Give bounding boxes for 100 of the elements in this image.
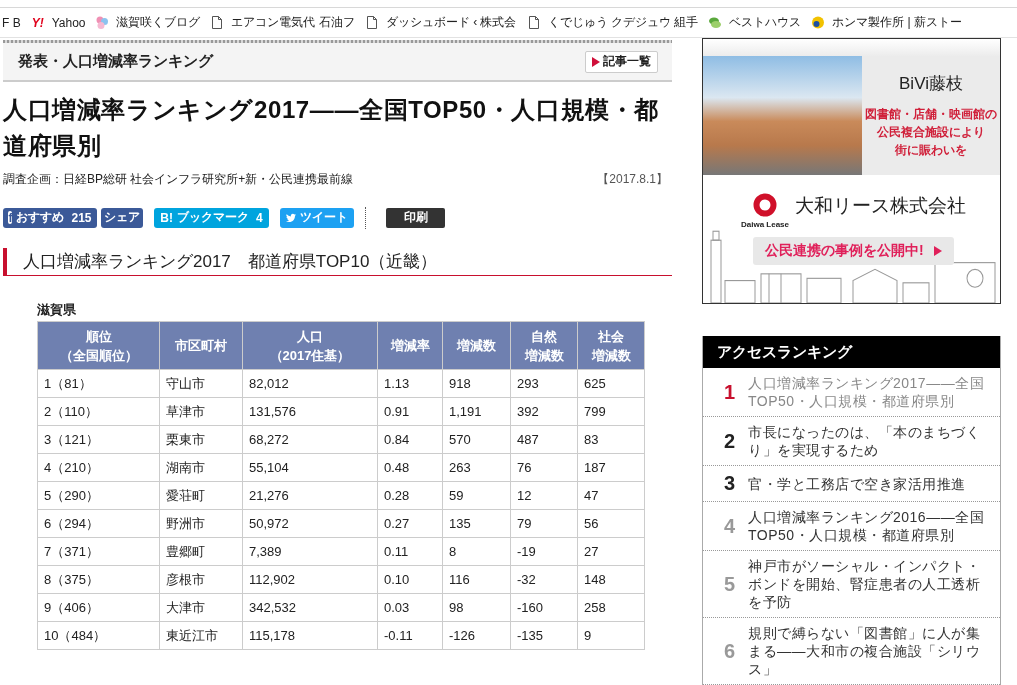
table-cell: 豊郷町	[159, 537, 243, 566]
table-cell: 愛荘町	[159, 481, 243, 510]
table-cell: 9（406）	[37, 593, 160, 622]
table-cell: 2（110）	[37, 397, 160, 426]
table-cell: 76	[510, 453, 578, 482]
table-cell: 湖南市	[159, 453, 243, 482]
table-cell: 12	[510, 481, 578, 510]
company-name: 大和リース株式会社	[795, 194, 966, 218]
table-cell: 0.84	[377, 425, 443, 454]
table-cell: 9	[577, 621, 645, 650]
share-button[interactable]: シェア	[101, 207, 143, 228]
table-cell: 草津市	[159, 397, 243, 426]
column-header: 社会増減数	[577, 321, 645, 370]
table-cell: 0.27	[377, 509, 443, 538]
bookmark-link[interactable]: Y! Yahoo	[31, 15, 86, 30]
bookmark-link[interactable]: ホンマ製作所 | 薪ストー	[812, 14, 962, 31]
table-cell: 59	[442, 481, 511, 510]
bookmark-link[interactable]: エアコン電気代 石油フ	[211, 14, 355, 31]
table-cell: 0.10	[377, 565, 443, 594]
column-header: 市区町村	[159, 321, 243, 370]
article-link[interactable]: 人口増減率ランキング2016――全国TOP50・人口規模・都道府県別	[748, 508, 988, 544]
triangle-icon	[933, 246, 942, 256]
table-cell: 7（371）	[37, 537, 160, 566]
table-cell: 98	[442, 593, 511, 622]
ad-headline: BiVi藤枝	[899, 73, 963, 95]
table-cell: 263	[442, 453, 511, 482]
table-cell: 0.48	[377, 453, 443, 482]
table-cell: -126	[442, 621, 511, 650]
rank-number: 4	[722, 514, 737, 538]
table-caption: 滋賀県	[37, 302, 77, 318]
table-cell: 55,104	[242, 453, 378, 482]
table-cell: 1,191	[442, 397, 511, 426]
table-cell: 570	[442, 425, 511, 454]
article-link[interactable]: 官・学と工務店で空き家活用推進	[748, 474, 988, 493]
cta-button[interactable]: 公民連携の事例を公開中!	[753, 237, 954, 265]
table-cell: 東近江市	[159, 621, 243, 650]
table-cell: 守山市	[159, 369, 243, 398]
rank-number: 2	[722, 429, 737, 453]
page-icon	[365, 16, 378, 29]
column-header: 人口（2017住基）	[242, 321, 378, 370]
table-cell: 115,178	[242, 621, 378, 650]
table-cell: 293	[510, 369, 578, 398]
section-title: 発表・人口増減率ランキング	[18, 52, 213, 71]
article-list-button[interactable]: 記事一覧	[585, 50, 658, 73]
table-cell: 彦根市	[159, 565, 243, 594]
column-header: 順位（全国順位）	[37, 321, 160, 370]
table-cell: 8（375）	[37, 565, 160, 594]
column-header: 増減数	[442, 321, 511, 370]
bookmark-link[interactable]: ダッシュボード ‹ 株式会	[365, 14, 517, 31]
table-cell: 21,276	[242, 481, 378, 510]
table-cell: -19	[510, 537, 578, 566]
article-link[interactable]: 人口増減率ランキング2017――全国TOP50・人口規模・都道府県別	[748, 374, 988, 410]
table-cell: 5（290）	[37, 481, 160, 510]
article-date: 【2017.8.1】	[597, 171, 668, 187]
table-cell: 1.13	[377, 369, 443, 398]
table-cell: 799	[577, 397, 645, 426]
advertisement-banner[interactable]: BiVi藤枝 図書館・店舗・映画館の 公民複合施設により 街に賑わいを Daiwa Lease 大和リース株式会社 公民連携の事例を公開中!	[702, 38, 1001, 304]
logo-caption: Daiwa Lease	[741, 220, 789, 229]
table-cell: 27	[577, 537, 645, 566]
ranking-title: アクセスランキング	[703, 336, 1000, 368]
section-heading: 人口増減率ランキング2017 都道府県TOP10（近畿）	[3, 248, 672, 276]
ring-icon	[753, 193, 777, 217]
table-cell: 135	[442, 509, 511, 538]
table-cell: 3（121）	[37, 425, 160, 454]
article-title: 人口増減率ランキング2017――全国TOP50・人口規模・都道府県別	[3, 95, 660, 161]
table-cell: 8	[442, 537, 511, 566]
bookmark-link[interactable]: 滋賀咲くブログ	[96, 14, 201, 31]
leaf-icon	[709, 16, 722, 29]
table-cell: 82,012	[242, 369, 378, 398]
table-cell: 112,902	[242, 565, 378, 594]
table-cell: -0.11	[377, 621, 443, 650]
bird-icon	[286, 211, 296, 224]
article-link[interactable]: 神戸市がソーシャル・インパクト・ボンドを開始、腎症患者の人工透析を予防	[748, 557, 988, 611]
table-cell: 56	[577, 509, 645, 538]
table-cell: 4（210）	[37, 453, 160, 482]
table-cell: -135	[510, 621, 578, 650]
table-cell: 68,272	[242, 425, 378, 454]
table-cell: 487	[510, 425, 578, 454]
table-cell: 187	[577, 453, 645, 482]
disc-icon	[812, 16, 825, 29]
page-icon	[527, 16, 540, 29]
table-cell: 6（294）	[37, 509, 160, 538]
column-header: 自然増減数	[510, 321, 578, 370]
table-cell: -160	[510, 593, 578, 622]
article-link[interactable]: 規則で縛らない「図書館」に人が集まる――大和市の複合施設「シリウス」	[748, 624, 988, 678]
table-cell: 258	[577, 593, 645, 622]
rank-number: 3	[722, 472, 737, 495]
bookmark-link[interactable]: F B	[2, 15, 21, 30]
table-cell: 10（484）	[37, 621, 160, 650]
table-cell: 116	[442, 565, 511, 594]
print-button[interactable]: 印刷	[386, 207, 445, 228]
column-header: 増減率	[377, 321, 443, 370]
table-cell: 栗東市	[159, 425, 243, 454]
bookmark-link[interactable]: くでじゅう クデジュウ 組手	[527, 14, 699, 31]
ad-tagline: 図書館・店舗・映画館の 公民複合施設により 街に賑わいを	[865, 106, 997, 159]
article-link[interactable]: 市長になったのは、「本のまちづくり」を実現するため	[748, 423, 988, 459]
table-cell: 83	[577, 425, 645, 454]
table-cell: 625	[577, 369, 645, 398]
table-cell: 50,972	[242, 509, 378, 538]
bookmark-link[interactable]: ベストハウス	[709, 14, 802, 31]
